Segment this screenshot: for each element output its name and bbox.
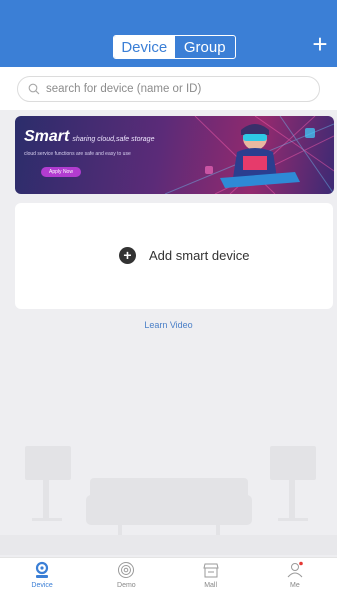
promo-banner[interactable]: Smart sharing cloud,safe storage cloud se… (15, 116, 334, 194)
tabbar-mall[interactable]: Mall (169, 558, 253, 596)
mall-icon (202, 563, 219, 578)
banner-description: cloud service functions are safe and eas… (24, 151, 131, 157)
demo-icon (118, 562, 135, 578)
search-icon (28, 83, 40, 95)
tabbar-device[interactable]: Device (0, 558, 84, 596)
banner-title: Smart sharing cloud,safe storage (24, 128, 154, 146)
tab-device[interactable]: Device (114, 36, 175, 58)
tabbar-device-label: Device (31, 582, 53, 589)
tab-group[interactable]: Group (175, 36, 236, 58)
bottom-tab-bar: Device Demo Mall Me (0, 557, 337, 596)
me-badge-dot (299, 561, 303, 566)
me-icon (287, 561, 303, 578)
add-smart-device-label: Add smart device (149, 248, 250, 263)
tabbar-demo-label: Demo (117, 582, 136, 589)
search-box[interactable] (17, 76, 320, 102)
add-circle-icon: + (119, 247, 136, 264)
tabbar-me-label: Me (290, 582, 300, 589)
search-bar (0, 67, 337, 110)
search-input[interactable] (46, 83, 306, 95)
tabbar-me[interactable]: Me (253, 558, 337, 596)
banner-subtitle: sharing cloud,safe storage (72, 136, 155, 143)
add-smart-device-button[interactable]: + Add smart device (119, 247, 249, 264)
app-header: Device Group + (0, 0, 337, 67)
banner-apply-button[interactable]: Apply Now (41, 167, 81, 177)
add-device-card[interactable]: + Add smart device (15, 203, 333, 309)
learn-video-link[interactable]: Learn Video (0, 320, 337, 330)
device-group-switch: Device Group (113, 35, 236, 59)
tabbar-demo[interactable]: Demo (84, 558, 168, 596)
tabbar-mall-label: Mall (204, 582, 218, 589)
plus-icon[interactable]: + (310, 31, 330, 57)
banner-title-main: Smart (24, 128, 70, 145)
device-icon (36, 561, 49, 578)
room-illustration (0, 446, 337, 555)
